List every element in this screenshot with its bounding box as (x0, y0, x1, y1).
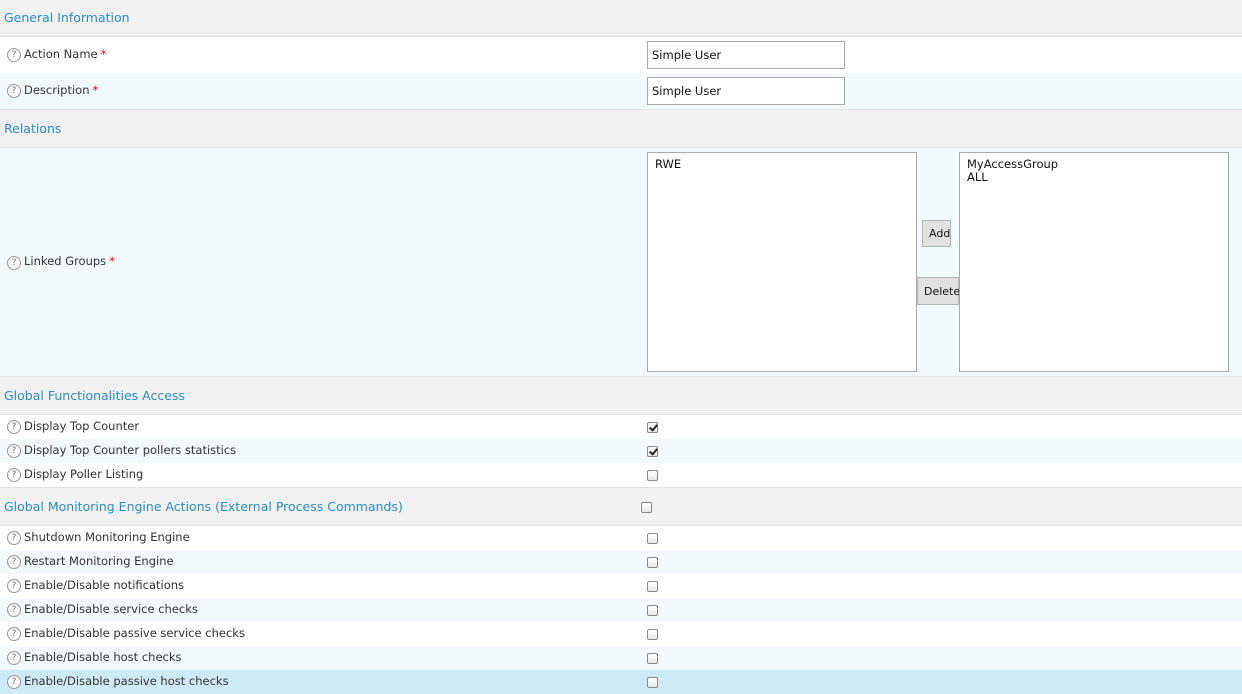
option-label: Display Top Counter pollers statistics (24, 443, 237, 457)
required-marker: * (92, 83, 99, 97)
form-row-linked-groups: ? Linked Groups * RWE Add Delete MyAccess… (0, 148, 1242, 376)
description-label: Description * (24, 83, 99, 97)
help-icon[interactable]: ? (7, 555, 21, 569)
delete-button[interactable]: Delete (917, 277, 960, 305)
select-all-checkbox[interactable] (641, 502, 652, 513)
option-checkbox[interactable] (647, 629, 658, 640)
option-label: Enable/Disable service checks (24, 602, 198, 616)
option-label: Display Poller Listing (24, 467, 144, 481)
option-checkbox[interactable] (647, 446, 658, 457)
selected-groups-listbox[interactable]: MyAccessGroup ALL (959, 152, 1229, 372)
option-label: Enable/Disable passive service checks (24, 626, 245, 640)
section-title: Global Monitoring Engine Actions (Extern… (4, 499, 403, 514)
required-marker: * (109, 254, 115, 268)
action-name-label: Action Name * (24, 47, 107, 61)
option-label: Enable/Disable passive host checks (24, 674, 229, 688)
form-row: ? Display Poller Listing (0, 463, 1242, 487)
form-row-action-name: ? Action Name * (0, 37, 1242, 73)
form-row: ? Enable/Disable passive service checks (0, 622, 1242, 646)
option-label: Shutdown Monitoring Engine (24, 530, 190, 544)
option-label: Restart Monitoring Engine (24, 554, 174, 568)
help-icon[interactable]: ? (7, 256, 21, 270)
form-row: ? Shutdown Monitoring Engine (0, 526, 1242, 550)
available-groups-listbox[interactable]: RWE (647, 152, 917, 372)
form-row: ? Restart Monitoring Engine (0, 550, 1242, 574)
option-checkbox[interactable] (647, 422, 658, 433)
form-row: ? Display Top Counter pollers statistics (0, 439, 1242, 463)
section-title: Global Functionalities Access (4, 388, 185, 403)
help-icon[interactable]: ? (7, 444, 21, 458)
form-row: ? Display Top Counter (0, 415, 1242, 439)
help-icon[interactable]: ? (7, 531, 21, 545)
help-icon[interactable]: ? (7, 675, 21, 689)
option-label: Display Top Counter (24, 419, 140, 433)
help-icon[interactable]: ? (7, 84, 21, 98)
list-option[interactable]: MyAccessGroup (967, 158, 1221, 171)
list-option[interactable]: ALL (967, 171, 1221, 184)
form-row: ? Enable/Disable service checks (0, 598, 1242, 622)
form-row: ? Enable/Disable host checks (0, 646, 1242, 670)
form-row: ? Enable/Disable passive host checks (0, 670, 1242, 694)
option-checkbox[interactable] (647, 533, 658, 544)
option-label: Enable/Disable notifications (24, 578, 185, 592)
linked-groups-label: Linked Groups * (24, 254, 115, 268)
section-relations: Relations (0, 109, 1242, 148)
option-label: Enable/Disable host checks (24, 650, 182, 664)
option-checkbox[interactable] (647, 581, 658, 592)
action-name-input[interactable] (647, 41, 845, 69)
help-icon[interactable]: ? (7, 420, 21, 434)
description-input[interactable] (647, 77, 845, 105)
section-global-functionalities: Global Functionalities Access (0, 376, 1242, 415)
option-checkbox[interactable] (647, 653, 658, 664)
add-button[interactable]: Add (922, 220, 951, 247)
help-icon[interactable]: ? (7, 603, 21, 617)
section-title: Relations (4, 121, 62, 136)
help-icon[interactable]: ? (7, 468, 21, 482)
help-icon[interactable]: ? (7, 48, 21, 62)
form-row: ? Enable/Disable notifications (0, 574, 1242, 598)
help-icon[interactable]: ? (7, 579, 21, 593)
option-checkbox[interactable] (647, 605, 658, 616)
required-marker: * (100, 47, 107, 61)
option-checkbox[interactable] (647, 677, 658, 688)
list-option[interactable]: RWE (655, 158, 909, 171)
section-general-information: General Information (0, 0, 1242, 37)
option-checkbox[interactable] (647, 470, 658, 481)
section-title: General Information (4, 10, 130, 25)
section-monitoring-engine-actions: Global Monitoring Engine Actions (Extern… (0, 487, 1242, 526)
option-checkbox[interactable] (647, 557, 658, 568)
help-icon[interactable]: ? (7, 651, 21, 665)
form-row-description: ? Description * (0, 73, 1242, 109)
help-icon[interactable]: ? (7, 627, 21, 641)
